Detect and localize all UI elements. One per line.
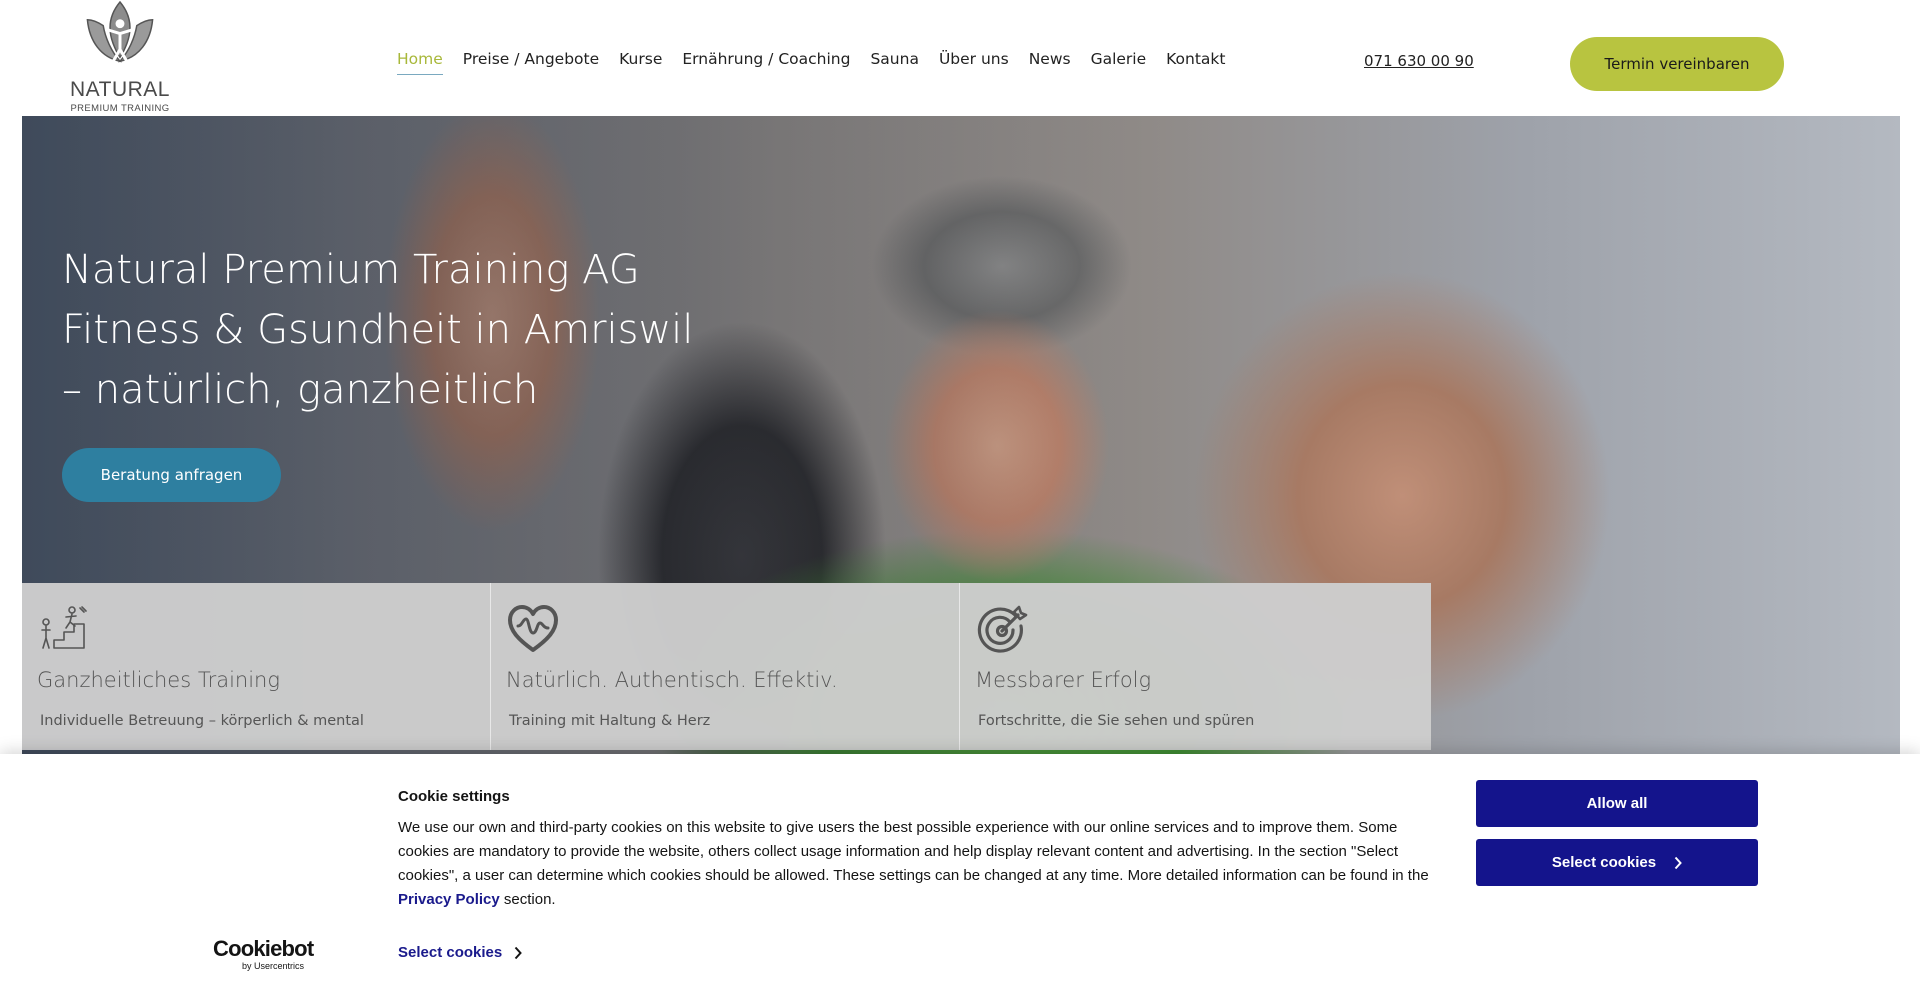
hero-title: Natural Premium Training AG Fitness & Gs…: [62, 240, 782, 420]
select-cookies-button-label: Select cookies: [1551, 854, 1657, 871]
feature-subtitle: Individuelle Betreuung – körperlich & me…: [40, 713, 364, 729]
chevron-right-icon: [514, 946, 523, 959]
feature-subtitle: Fortschritte, die Sie sehen und spüren: [978, 713, 1255, 729]
hero-title-line-2: Fitness & Gsundheit in Amriswil: [62, 307, 694, 353]
hero-title-line-3: – natürlich, ganzheitlich: [62, 367, 539, 413]
allow-all-button[interactable]: Allow all: [1476, 780, 1758, 827]
book-appointment-button[interactable]: Termin vereinbaren: [1570, 37, 1784, 91]
cookiebot-byline: by Usercentrics: [242, 961, 305, 971]
hero-title-line-1: Natural Premium Training AG: [62, 247, 640, 293]
cookiebot-logo: Cookiebot by Usercentrics: [213, 936, 314, 972]
nav-item-ueber-uns[interactable]: Über uns: [939, 50, 1009, 75]
heart-pulse-icon: [508, 605, 558, 652]
feature-title: Ganzheitliches Training: [37, 668, 280, 692]
feature-card: Natürlich. Authentisch. Effektiv. Traini…: [491, 583, 960, 750]
site-logo[interactable]: NATURAL PREMIUM TRAINING: [66, 0, 174, 114]
logo-tagline: PREMIUM TRAINING: [70, 103, 170, 114]
lotus-figure-icon: [86, 0, 154, 65]
feature-card: Messbarer Erfolg Fortschritte, die Sie s…: [960, 583, 1431, 750]
training-steps-icon: [41, 606, 87, 649]
logo-wordmark: NATURAL: [70, 78, 170, 101]
select-cookies-button[interactable]: Select cookies: [1476, 839, 1758, 886]
cookie-title: Cookie settings: [398, 788, 510, 805]
consultation-request-button[interactable]: Beratung anfragen: [62, 448, 281, 502]
nav-item-preise-angebote[interactable]: Preise / Angebote: [463, 50, 599, 75]
cookiebot-wordmark: Cookiebot: [213, 936, 314, 961]
nav-item-home[interactable]: Home: [397, 50, 443, 75]
select-cookies-link-label: Select cookies: [398, 944, 503, 961]
cookie-banner: Cookiebot by Usercentrics Cookie setting…: [0, 754, 1920, 993]
nav-item-ernaehrung-coaching[interactable]: Ernährung / Coaching: [682, 50, 850, 75]
cookie-text-end: section.: [503, 891, 556, 908]
nav-item-kurse[interactable]: Kurse: [619, 50, 662, 75]
feature-cards: Ganzheitliches Training Individuelle Bet…: [22, 583, 1431, 750]
feature-title: Natürlich. Authentisch. Effektiv.: [506, 668, 838, 692]
cookie-text-main: We use our own and third-party cookies o…: [398, 819, 1429, 884]
feature-card: Ganzheitliches Training Individuelle Bet…: [22, 583, 491, 750]
nav-item-kontakt[interactable]: Kontakt: [1166, 50, 1225, 75]
feature-title: Messbarer Erfolg: [975, 668, 1152, 692]
nav-item-news[interactable]: News: [1029, 50, 1071, 75]
main-nav: Home Preise / Angebote Kurse Ernährung /…: [397, 50, 1246, 75]
chevron-right-icon: [1674, 856, 1682, 869]
phone-link[interactable]: 071 630 00 90: [1364, 52, 1474, 70]
feature-subtitle: Training mit Haltung & Herz: [509, 713, 711, 729]
nav-item-sauna[interactable]: Sauna: [870, 50, 918, 75]
site-header: NATURAL PREMIUM TRAINING Home Preise / A…: [0, 0, 1920, 116]
nav-item-galerie[interactable]: Galerie: [1091, 50, 1147, 75]
privacy-policy-link[interactable]: Privacy Policy: [398, 891, 500, 908]
select-cookies-link[interactable]: Select cookies: [398, 944, 523, 961]
cookie-description: We use our own and third-party cookies o…: [398, 816, 1434, 912]
target-icon: [977, 605, 1028, 653]
